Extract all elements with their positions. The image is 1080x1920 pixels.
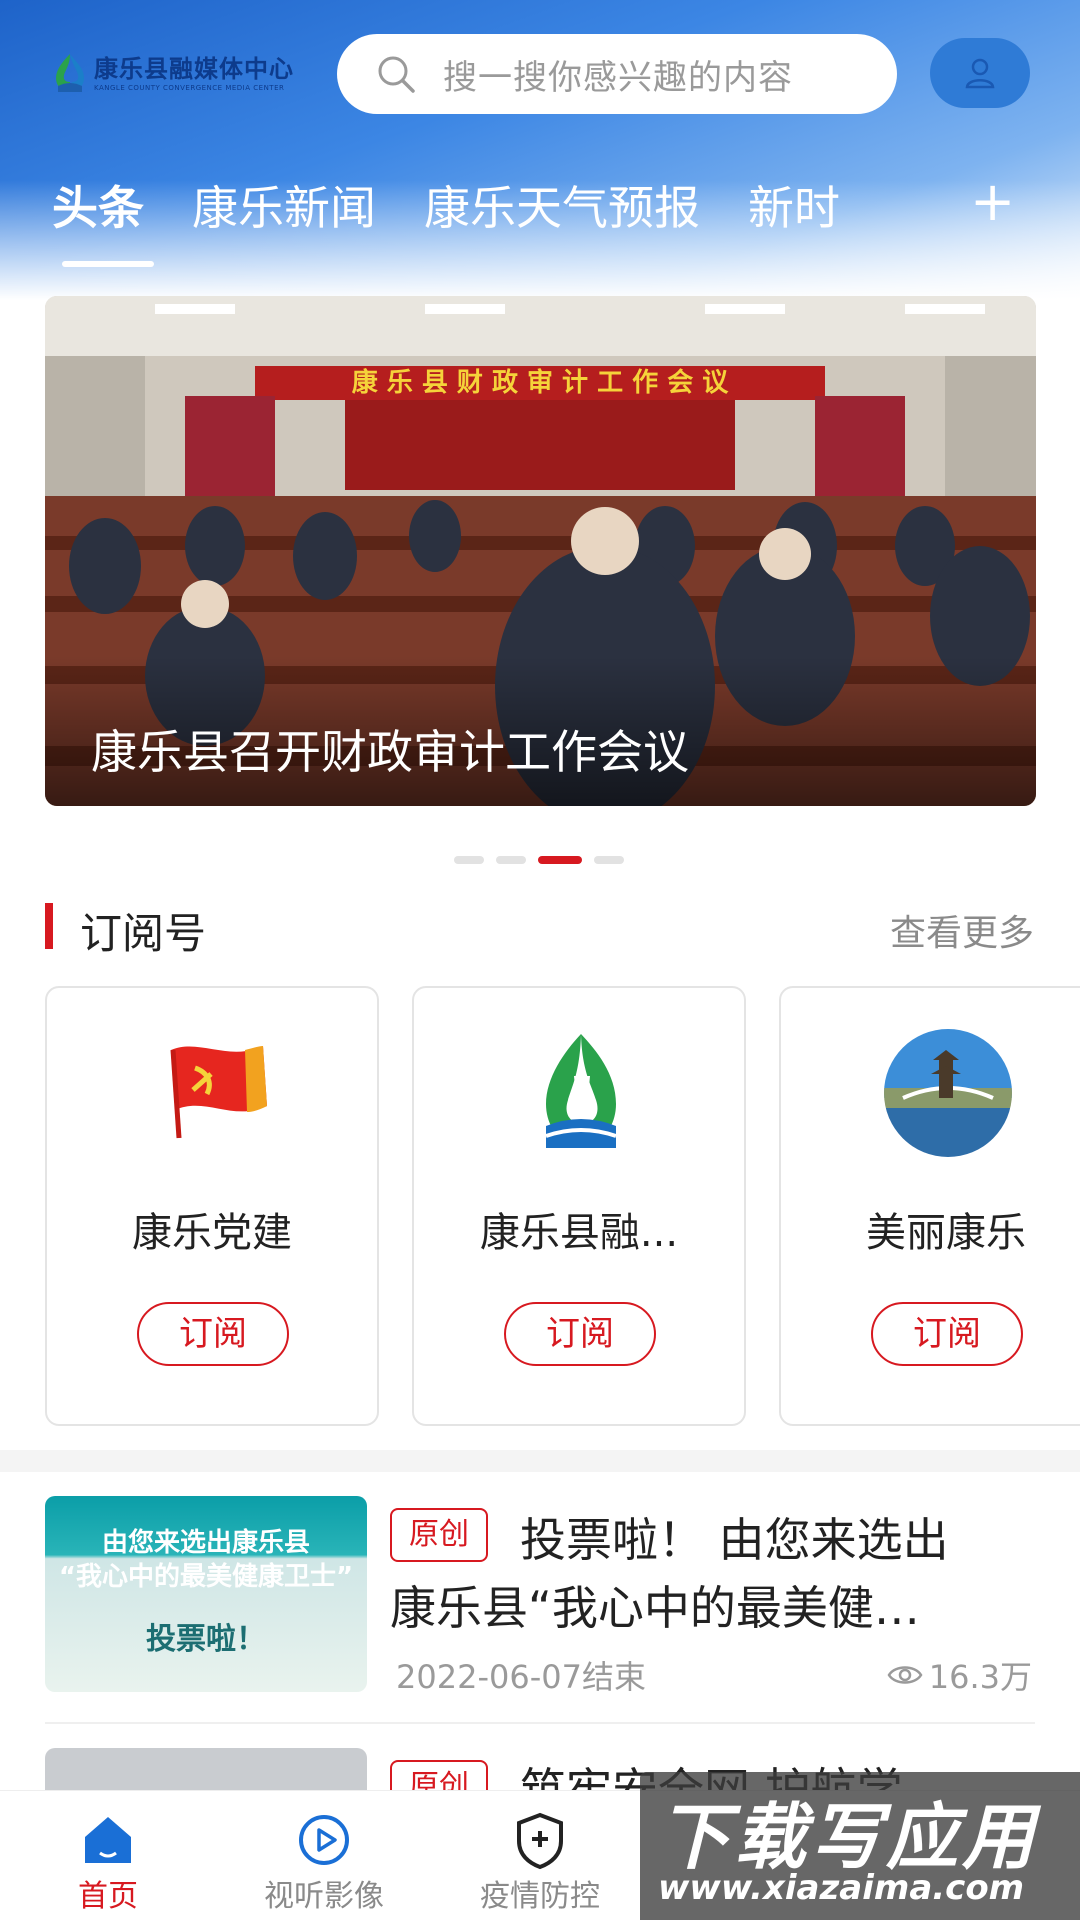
search-bar[interactable]: 搜一搜你感兴趣的内容	[337, 34, 897, 114]
carousel-dot-active[interactable]	[538, 856, 582, 864]
section-accent-bar	[45, 903, 53, 949]
banner-caption: 康乐县召开财政审计工作会议	[91, 725, 689, 779]
banner-carousel[interactable]: 康 乐 县 财 政 审 计 工 作 会 议 康乐县召开财政审计工作会议	[45, 296, 1036, 806]
watermark: 下载写应用 www.xiazaima.com	[640, 1772, 1080, 1920]
search-icon	[378, 56, 415, 93]
news-thumbnail[interactable]: 由您来选出康乐县 “我心中的最美健康卫士” 投票啦！	[45, 1496, 367, 1692]
banner-sign: 康 乐 县 财 政 审 计 工 作 会 议	[352, 367, 730, 398]
carousel-dot[interactable]	[454, 856, 484, 864]
card-name: 康乐县融...	[479, 1210, 679, 1256]
thumbnail-text: 由您来选出康乐县	[101, 1528, 310, 1558]
category-tabs: 头条 康乐新闻 康乐天气预报 新时	[52, 170, 1052, 240]
card-name: 康乐党建	[132, 1210, 292, 1256]
carousel-dots	[454, 856, 624, 864]
original-tag: 原创	[390, 1508, 488, 1562]
subscription-card-party[interactable]: 康乐党建 订阅	[45, 986, 379, 1426]
subscribe-button[interactable]: 订阅	[137, 1302, 289, 1366]
tab-weather-forecast[interactable]: 康乐天气预报	[424, 172, 700, 238]
card-name: 美丽康乐	[866, 1210, 1026, 1256]
tab-new-era[interactable]: 新时	[748, 172, 843, 238]
add-tab-button[interactable]: +	[970, 172, 1015, 232]
logo-mark-icon	[56, 54, 84, 92]
user-button[interactable]	[930, 38, 1030, 108]
watermark-url: www.xiazaima.com	[658, 1868, 1025, 1908]
section-divider	[0, 1450, 1080, 1472]
scenic-photo-icon	[884, 1029, 1012, 1157]
nav-video[interactable]: 视听影像	[216, 1791, 432, 1920]
nav-label: 首页	[78, 1879, 138, 1914]
logo-english-name: KANGLE COUNTY CONVERGENCE MEDIA CENTER	[94, 84, 285, 92]
subscribe-button[interactable]: 订阅	[871, 1302, 1023, 1366]
subscribe-button[interactable]: 订阅	[504, 1302, 656, 1366]
tab-kangle-news[interactable]: 康乐新闻	[192, 172, 376, 238]
nav-label: 视听影像	[264, 1879, 384, 1914]
nav-epidemic[interactable]: 疫情防控	[432, 1791, 648, 1920]
views-count: 16.3万	[928, 1658, 1032, 1696]
view-more-link[interactable]: 查看更多	[890, 904, 1034, 956]
app-screen: 康乐县融媒体中心 KANGLE COUNTY CONVERGENCE MEDIA…	[0, 0, 1080, 1920]
subscription-card-scenic[interactable]: 美丽康乐 订阅	[779, 986, 1080, 1426]
subscription-card-media[interactable]: 康乐县融... 订阅	[412, 986, 746, 1426]
active-tab-indicator	[62, 261, 154, 267]
tab-headlines[interactable]: 头条	[52, 172, 144, 238]
news-date: 2022-06-07结束	[396, 1658, 646, 1696]
carousel-dot[interactable]	[496, 856, 526, 864]
thumbnail-text: “我心中的最美健康卫士”	[58, 1562, 354, 1592]
carousel-dot[interactable]	[594, 856, 624, 864]
news-title-line1[interactable]: 投票啦！ 由您来选出	[520, 1504, 949, 1570]
app-logo: 康乐县融媒体中心 KANGLE COUNTY CONVERGENCE MEDIA…	[52, 50, 294, 98]
home-icon	[85, 1817, 131, 1863]
party-flag-icon	[170, 1046, 267, 1139]
nav-label: 疫情防控	[480, 1879, 600, 1914]
user-icon	[965, 58, 995, 89]
logo-chinese-name: 康乐县融媒体中心	[94, 55, 294, 83]
media-center-logo-icon	[545, 1034, 617, 1148]
thumbnail-text: 投票啦！	[146, 1622, 266, 1657]
shield-plus-icon	[517, 1812, 563, 1870]
nav-home[interactable]: 首页	[0, 1791, 216, 1920]
news-views: 16.3万	[887, 1652, 1032, 1698]
list-divider	[45, 1722, 1035, 1724]
search-placeholder: 搜一搜你感兴趣的内容	[443, 57, 793, 98]
news-title-line2[interactable]: 康乐县“我心中的最美健…	[390, 1572, 1020, 1638]
play-icon	[299, 1815, 349, 1865]
eye-icon	[887, 1666, 923, 1684]
subscriptions-title: 订阅号	[80, 909, 207, 958]
